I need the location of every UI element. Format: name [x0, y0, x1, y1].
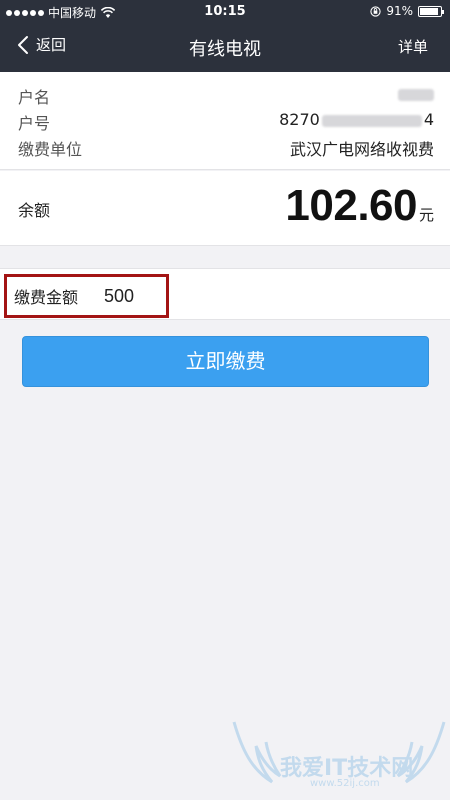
- account-number-row: 户号 8270 4: [18, 110, 434, 134]
- account-name-label: 户名: [18, 88, 51, 107]
- orientation-lock-icon: [370, 5, 381, 17]
- balance-amount: 102.60: [285, 181, 417, 230]
- pay-now-button[interactable]: 立即缴费: [22, 336, 429, 387]
- battery-icon: [418, 5, 444, 17]
- redacted-number-mask: [321, 114, 422, 127]
- balance-unit: 元: [418, 206, 434, 224]
- account-name-row: 户名: [18, 84, 434, 108]
- battery-percent: 91%: [386, 4, 413, 18]
- balance-value: 102.60 元: [285, 181, 434, 231]
- account-info-card: 户名 户号 8270 4 缴费单位 武汉广电网络收视费: [0, 72, 450, 170]
- account-number-value: 8270 4: [279, 110, 434, 129]
- balance-label: 余额: [18, 201, 51, 220]
- redacted-name-mask: [398, 88, 434, 101]
- payment-unit-label: 缴费单位: [18, 140, 83, 159]
- payment-unit-value: 武汉广电网络收视费: [289, 140, 434, 159]
- nav-bar: 返回 有线电视 详单: [0, 24, 450, 68]
- payment-amount-input[interactable]: [104, 280, 304, 312]
- battery-fill: [420, 7, 439, 15]
- balance-card: 余额 102.60 元: [0, 171, 450, 246]
- top-header: 中国移动 10:15 91% 返回 有线电视 详单: [0, 0, 450, 72]
- page-title: 有线电视: [189, 39, 261, 60]
- status-right: 91%: [370, 4, 444, 18]
- watermark-url: www.52ij.com: [310, 778, 380, 789]
- payment-amount-label: 缴费金额: [14, 288, 79, 307]
- status-bar: 中国移动 10:15 91%: [0, 0, 450, 24]
- account-name-value: [398, 84, 434, 103]
- site-watermark: 我爱IT技术网 www.52ij.com: [232, 720, 446, 796]
- account-number-label: 户号: [18, 114, 51, 133]
- payment-unit-row: 缴费单位 武汉广电网络收视费: [18, 136, 434, 160]
- detail-button[interactable]: 详单: [398, 36, 428, 57]
